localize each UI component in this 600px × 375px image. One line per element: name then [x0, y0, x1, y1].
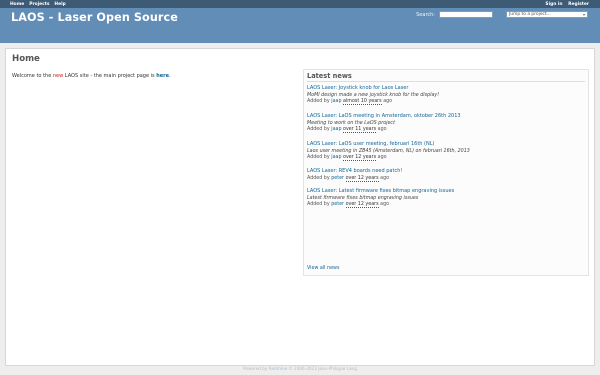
news-date: over 11 years	[343, 127, 377, 134]
account-menu: Sign in Register	[541, 1, 589, 7]
news-summary: Meeting to work on the LaOS project	[307, 120, 395, 126]
news-item: LAOS Laser: Latest firmware fixes bitmap…	[307, 188, 585, 209]
news-ago: ago	[380, 202, 390, 208]
top-menu-left: Home Projects Help	[10, 1, 69, 7]
footer-copyright: © 2006-2023 Jean-Philippe Lang	[288, 366, 357, 371]
news-title-link[interactable]: LAOS Laser: Latest firmware fixes bitmap…	[307, 188, 585, 194]
menu-projects-link[interactable]: Projects	[29, 2, 49, 7]
news-added-by: Added by	[307, 127, 330, 133]
news-author-link[interactable]: peter	[331, 202, 344, 207]
footer: Powered by Redmine © 2006-2023 Jean-Phil…	[0, 366, 600, 371]
news-item: LAOS Laser: LaOS user meeting, februari …	[307, 141, 585, 162]
register-link[interactable]: Register	[568, 2, 589, 7]
news-summary: Laos user meeting in ZB45 (Amsterdam, NL…	[307, 148, 470, 154]
news-date: over 12 years	[343, 155, 377, 162]
search-input[interactable]	[439, 11, 493, 18]
news-divider	[307, 81, 585, 82]
news-date: over 12 years	[345, 202, 379, 209]
redmine-link[interactable]: Redmine	[269, 366, 287, 371]
news-summary: MoMI design made a new joystick knob for…	[307, 92, 440, 98]
menu-help-link[interactable]: Help	[54, 2, 65, 7]
news-meta: Added by peter over 12 years ago	[307, 175, 585, 182]
news-added-by: Added by	[307, 99, 330, 105]
news-title-link[interactable]: LAOS Laser: LaOS meeting in Amsterdam, o…	[307, 113, 585, 119]
latest-news-box: Latest news LAOS Laser: Joystick knob fo…	[303, 69, 589, 276]
news-ago: ago	[380, 175, 390, 181]
search-label: Search:	[416, 12, 435, 19]
welcome-post: .	[169, 73, 171, 79]
header: LAOS - Laser Open Source Search: Jump to…	[0, 8, 600, 43]
footer-powered-by: Powered by	[243, 366, 268, 371]
top-menu: Home Projects Help Sign in Register	[0, 0, 600, 8]
project-jump-select[interactable]: Jump to a project... ▾	[506, 11, 588, 18]
chevron-down-icon: ▾	[582, 12, 585, 17]
news-added-by: Added by	[307, 202, 330, 208]
news-author-link[interactable]: jaap	[331, 127, 341, 132]
news-date: almost 10 years	[343, 99, 382, 106]
news-ago: ago	[377, 155, 387, 161]
news-meta: Added by jaap over 11 years ago	[307, 127, 585, 134]
news-meta: Added by jaap over 12 years ago	[307, 155, 585, 162]
menu-home-link[interactable]: Home	[10, 2, 24, 7]
project-jump-label: Jump to a project...	[509, 12, 551, 17]
page-title: Home	[12, 54, 40, 64]
welcome-mid: LAOS site - the main project page is	[63, 73, 157, 79]
view-all-news-link[interactable]: View all news	[307, 266, 339, 271]
sign-in-link[interactable]: Sign in	[545, 2, 562, 7]
news-added-by: Added by	[307, 155, 330, 161]
welcome-new: new	[52, 73, 64, 79]
site-title[interactable]: LAOS - Laser Open Source	[11, 11, 178, 24]
news-ago: ago	[383, 99, 393, 105]
news-title-link[interactable]: LAOS Laser: Joystick knob for Laos Laser	[307, 85, 585, 91]
news-ago: ago	[377, 127, 387, 133]
news-author-link[interactable]: jaap	[331, 99, 341, 104]
news-meta: Added by jaap almost 10 years ago	[307, 99, 585, 106]
welcome-pre: Welcome to the	[12, 73, 53, 79]
welcome-text: Welcome to the new LAOS site - the main …	[12, 73, 171, 79]
news-summary: Latest firmware fixes bitmap engraving i…	[307, 195, 419, 201]
news-date: over 12 years	[345, 175, 379, 182]
news-author-link[interactable]: peter	[331, 176, 344, 181]
news-title-link[interactable]: LAOS Laser: LaOS user meeting, februari …	[307, 141, 585, 147]
main-project-link[interactable]: here	[156, 73, 169, 79]
news-item: LAOS Laser: REV4 boards need patch! Adde…	[307, 168, 585, 182]
news-item: LAOS Laser: LaOS meeting in Amsterdam, o…	[307, 113, 585, 134]
news-title-link[interactable]: LAOS Laser: REV4 boards need patch!	[307, 168, 585, 174]
news-meta: Added by peter over 12 years ago	[307, 202, 585, 209]
news-added-by: Added by	[307, 175, 330, 181]
news-heading: Latest news	[307, 72, 352, 80]
news-author-link[interactable]: jaap	[331, 155, 341, 160]
news-item: LAOS Laser: Joystick knob for Laos Laser…	[307, 85, 585, 106]
main-content: Home Welcome to the new LAOS site - the …	[5, 48, 595, 366]
